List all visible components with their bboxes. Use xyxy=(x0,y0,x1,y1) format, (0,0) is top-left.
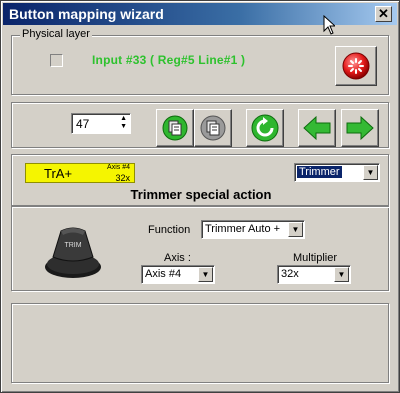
badge-axis-text: Axis #4 xyxy=(107,164,130,171)
mapping-badge: TrA+ Axis #4 32x xyxy=(25,163,135,183)
badge-main-text: TrA+ xyxy=(44,166,73,181)
function-select[interactable]: Trimmer Auto + ▼ xyxy=(201,220,305,239)
axis-label: Axis : xyxy=(164,252,191,264)
wizard-window: Button mapping wizard ✕ Physical layer I… xyxy=(0,0,400,393)
mouse-cursor-icon xyxy=(323,15,335,35)
refresh-button[interactable] xyxy=(246,109,284,147)
close-button[interactable]: ✕ xyxy=(375,6,392,22)
chevron-down-icon[interactable]: ▼ xyxy=(334,267,349,282)
record-icon xyxy=(342,52,370,80)
arrow-right-icon xyxy=(346,115,374,141)
input-label: Input #33 ( Reg#5 Line#1 ) xyxy=(92,53,246,67)
spinner-arrows-icon[interactable]: ▲ ▼ xyxy=(120,115,127,131)
action-type-value: Trimmer xyxy=(297,166,342,178)
record-button[interactable] xyxy=(335,46,377,86)
copy-green-icon xyxy=(162,115,188,141)
function-value: Trimmer Auto + xyxy=(205,223,281,235)
title-bar[interactable]: Button mapping wizard ✕ xyxy=(3,3,397,25)
spinner-value: 47 xyxy=(76,117,90,131)
copy-gray-icon xyxy=(200,115,226,141)
arrow-left-icon xyxy=(303,115,331,141)
chevron-down-icon[interactable]: ▼ xyxy=(288,222,303,237)
copy-green-button[interactable] xyxy=(156,109,194,147)
multiplier-value: 32x xyxy=(281,268,299,280)
refresh-icon xyxy=(251,114,279,142)
copy-gray-button[interactable] xyxy=(194,109,232,147)
physical-layer-legend: Physical layer xyxy=(20,28,92,40)
close-icon: ✕ xyxy=(378,6,389,21)
axis-select[interactable]: Axis #4 ▼ xyxy=(141,265,215,284)
trim-knob-label: TRIM xyxy=(64,242,81,249)
next-button[interactable] xyxy=(341,109,379,147)
badge-multiplier-text: 32x xyxy=(115,173,130,183)
previous-button[interactable] xyxy=(298,109,336,147)
chevron-down-icon[interactable]: ▼ xyxy=(363,165,378,180)
chevron-down-icon[interactable]: ▼ xyxy=(198,267,213,282)
function-label: Function xyxy=(148,224,191,236)
axis-value: Axis #4 xyxy=(145,268,182,280)
trim-knob-image: TRIM xyxy=(45,227,101,278)
section-heading: Trimmer special action xyxy=(130,187,272,202)
number-spinner[interactable]: 47 ▲ ▼ xyxy=(71,113,131,134)
physical-layer-checkbox[interactable] xyxy=(50,54,63,67)
action-divider xyxy=(11,205,389,207)
multiplier-label: Multiplier xyxy=(293,252,338,264)
info-panel xyxy=(11,303,389,383)
action-type-select[interactable]: Trimmer ▼ xyxy=(294,163,380,182)
multiplier-select[interactable]: 32x ▼ xyxy=(277,265,351,284)
window-title: Button mapping wizard xyxy=(9,6,164,22)
